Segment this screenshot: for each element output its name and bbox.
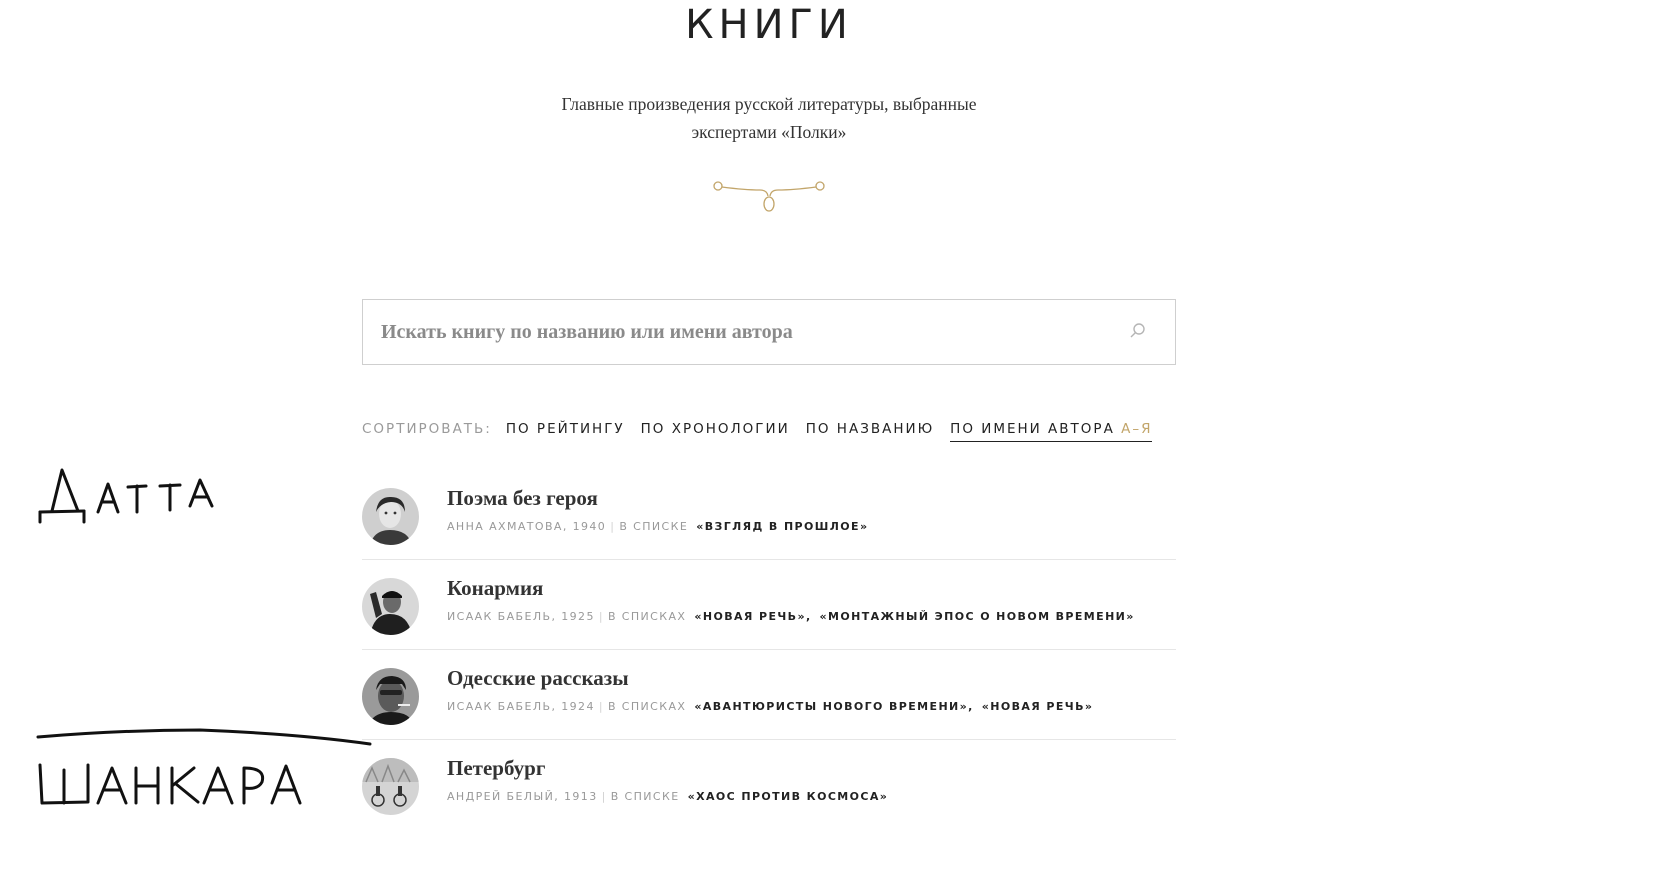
ornament-divider-icon xyxy=(713,181,825,212)
sort-label: СОРТИРОВАТЬ: xyxy=(362,421,492,437)
handwritten-note-shankara xyxy=(38,763,302,805)
search-input[interactable] xyxy=(381,300,1121,364)
page-subtitle: Главные произведения русской литературы,… xyxy=(469,90,1069,146)
book-meta: АНДРЕЙ БЕЛЫЙ, 1913 | В СПИСКЕ «ХАОС ПРОТИВ … xyxy=(447,790,896,803)
book-author-year[interactable]: ИСААК БАБЕЛЬ, 1925 xyxy=(447,610,595,623)
author-portrait-avatar xyxy=(362,488,419,545)
book-item[interactable]: Одесские рассказы ИСААК БАБЕЛЬ, 1924 | В С… xyxy=(362,650,1176,740)
book-list-link[interactable]: «ХАОС ПРОТИВ КОСМОСА» xyxy=(688,790,889,803)
book-meta: АННА АХМАТОВА, 1940 | В СПИСКЕ «ВЗГЛЯД В ПР… xyxy=(447,520,876,533)
author-portrait-avatar xyxy=(362,758,419,815)
book-item[interactable]: Петербург АНДРЕЙ БЕЛЫЙ, 1913 | В СПИСКЕ «ХА… xyxy=(362,740,1176,830)
page-title: КНИГИ xyxy=(685,2,853,48)
book-list-link[interactable]: «НОВАЯ РЕЧЬ», xyxy=(694,610,811,623)
sort-by-title[interactable]: ПО НАЗВАНИЮ xyxy=(806,421,934,437)
sort-direction[interactable]: А–Я xyxy=(1121,421,1152,437)
book-list-link[interactable]: «НОВАЯ РЕЧЬ» xyxy=(982,700,1094,713)
book-title[interactable]: Конармия xyxy=(447,576,543,601)
meta-divider: | xyxy=(598,700,604,713)
book-item[interactable]: Поэма без героя АННА АХМАТОВА, 1940 | В СП… xyxy=(362,470,1176,560)
book-list-link[interactable]: «МОНТАЖНЫЙ ЭПОС О НОВОМ ВРЕМЕНИ» xyxy=(820,610,1135,623)
book-list: Поэма без героя АННА АХМАТОВА, 1940 | В СП… xyxy=(362,470,1176,830)
book-meta: ИСААК БАБЕЛЬ, 1924 | В СПИСКАХ «АВАНТЮРИСТЫ… xyxy=(447,700,1101,713)
sort-by-rating[interactable]: ПО РЕЙТИНГУ xyxy=(506,421,625,437)
book-list-link[interactable]: «ВЗГЛЯД В ПРОШЛОЕ» xyxy=(696,520,868,533)
subtitle-line-2: экспертами «Полки» xyxy=(691,122,847,142)
author-portrait-avatar xyxy=(362,578,419,635)
meta-divider: | xyxy=(598,610,604,623)
book-author-year[interactable]: АННА АХМАТОВА, 1940 xyxy=(447,520,606,533)
sort-by-chronology[interactable]: ПО ХРОНОЛОГИИ xyxy=(641,421,790,437)
meta-divider: | xyxy=(601,790,607,803)
handwritten-note-datta xyxy=(38,468,214,524)
meta-divider: | xyxy=(610,520,616,533)
book-lists-label: В СПИСКЕ xyxy=(619,520,689,533)
book-title[interactable]: Поэма без героя xyxy=(447,486,598,511)
search-icon[interactable] xyxy=(1129,322,1147,340)
book-lists-label: В СПИСКАХ xyxy=(607,700,687,713)
search-box xyxy=(362,299,1176,365)
book-author-year[interactable]: ИСААК БАБЕЛЬ, 1924 xyxy=(447,700,595,713)
book-list-link[interactable]: «АВАНТЮРИСТЫ НОВОГО ВРЕМЕНИ», xyxy=(694,700,973,713)
book-title[interactable]: Одесские рассказы xyxy=(447,666,629,691)
book-title[interactable]: Петербург xyxy=(447,756,545,781)
sort-bar: СОРТИРОВАТЬ: ПО РЕЙТИНГУ ПО ХРОНОЛОГИИ П… xyxy=(362,417,1168,442)
book-meta: ИСААК БАБЕЛЬ, 1925 | В СПИСКАХ «НОВАЯ РЕЧЬ»… xyxy=(447,610,1143,623)
book-author-year[interactable]: АНДРЕЙ БЕЛЫЙ, 1913 xyxy=(447,790,598,803)
author-portrait-avatar xyxy=(362,668,419,725)
subtitle-line-1: Главные произведения русской литературы,… xyxy=(561,94,977,114)
sort-by-author-label: ПО ИМЕНИ АВТОРА xyxy=(950,420,1115,437)
book-item[interactable]: Конармия ИСААК БАБЕЛЬ, 1925 | В СПИСКАХ «НО… xyxy=(362,560,1176,650)
handwritten-divider-line xyxy=(36,728,372,746)
sort-by-author[interactable]: ПО ИМЕНИ АВТОРА А–Я xyxy=(950,420,1153,442)
book-lists-label: В СПИСКЕ xyxy=(610,790,680,803)
book-lists-label: В СПИСКАХ xyxy=(607,610,687,623)
